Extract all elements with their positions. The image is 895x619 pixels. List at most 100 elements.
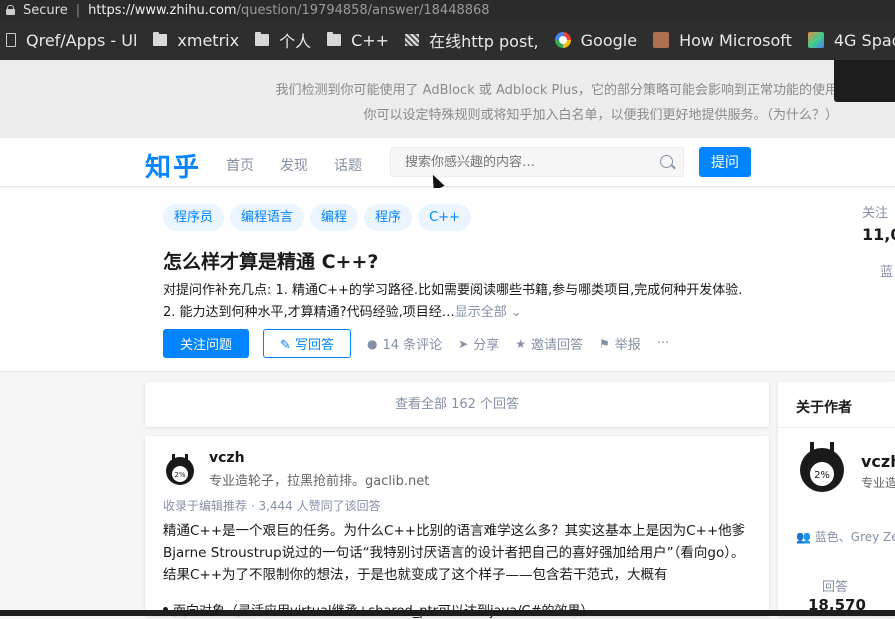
person-icon: ★: [515, 336, 527, 351]
write-answer-label: 写回答: [295, 338, 335, 353]
adblock-line-2[interactable]: 你可以设定特殊规则或将知乎加入白名单，以便我们更好地提供服务。（为什么？）: [363, 104, 838, 123]
people-icon: 👥: [796, 530, 815, 544]
search-input[interactable]: [391, 148, 641, 176]
adblock-notice: 我们检测到你可能使用了 AdBlock 或 Adblock Plus，它的部分策…: [0, 60, 895, 138]
share-label: 分享: [473, 338, 500, 353]
common-followers-label: 蓝色、Grey Ze: [814, 530, 895, 544]
desc-ellipsis: …: [441, 305, 455, 320]
bookmark-xmetrix[interactable]: xmetrix: [153, 31, 239, 50]
google-icon: [554, 32, 571, 48]
search-box: [390, 147, 684, 177]
bookmark-qref[interactable]: Qref/Apps - Ul: [6, 31, 137, 50]
folder-icon: [327, 32, 342, 46]
invite-label: 邀请回答: [531, 338, 584, 353]
tag-programmer[interactable]: 程序员: [163, 204, 225, 231]
author-name[interactable]: vczh: [209, 450, 245, 466]
question-description: 对提问作补充几点: 1. 精通C++的学习路径.比如需要阅读哪些书籍,参与哪类项…: [163, 280, 763, 324]
about-author-bio: 专业造: [861, 476, 895, 490]
more-button[interactable]: ···: [657, 336, 669, 351]
bookmark-label: 个人: [279, 32, 312, 51]
flag-icon: ⚑: [599, 336, 610, 351]
ask-button[interactable]: 提问: [699, 147, 751, 177]
answer-body: 精通C++是一个艰巨的任务。为什么C++比别的语言难学这么多？其实这基本上是因为…: [163, 523, 746, 583]
share-icon: ➤: [458, 336, 469, 351]
search-icon[interactable]: [660, 155, 673, 168]
question-actions: 关注问题 ✎ 写回答 ● 14 条评论 ➤ 分享 ★ 邀请回答 ⚑ 举报 ···: [163, 329, 669, 358]
dark-popup: [834, 60, 895, 102]
tag-programming-language[interactable]: 编程语言: [230, 204, 305, 231]
zhihu-logo[interactable]: 知乎: [145, 147, 201, 184]
bookmark-label: Qref/Apps - Ul: [26, 30, 138, 50]
bookmark-4g-spaces[interactable]: 4G Spaces: [807, 30, 895, 50]
share-button[interactable]: ➤ 分享: [458, 334, 500, 354]
question-title: 怎么样才算是精通 C++?: [163, 251, 379, 273]
common-followers: 👥 蓝色、Grey Ze: [796, 528, 895, 545]
bookmark-label: 4G Spaces: [833, 30, 895, 50]
comments-button[interactable]: ● 14 条评论: [367, 334, 443, 354]
comment-icon: ●: [367, 336, 378, 351]
divider: [778, 427, 895, 428]
browse-label: 蓝: [880, 265, 894, 280]
bookmark-label: How Microsoft: [679, 30, 792, 50]
face-icon: [653, 32, 670, 48]
answers-label: 回答: [822, 580, 849, 595]
show-all-link[interactable]: 显示全部 ⌄: [455, 305, 522, 320]
chevron-down-icon: ⌄: [510, 305, 522, 320]
comments-label: 14 条评论: [382, 338, 443, 353]
bookmark-label: xmetrix: [177, 30, 240, 50]
bookmark-http-post[interactable]: 在线http post,: [405, 28, 539, 52]
author-avatar[interactable]: 2%: [163, 452, 197, 486]
about-author-heading: 关于作者: [796, 400, 852, 416]
bookmark-label: Google: [580, 30, 638, 50]
bookmark-label: C++: [351, 30, 390, 50]
tag-program[interactable]: 程序: [364, 204, 413, 231]
about-author-avatar[interactable]: 2%: [796, 440, 848, 492]
secure-label: Secure: [23, 2, 68, 18]
adblock-line-1: 我们检测到你可能使用了 AdBlock 或 Adblock Plus，它的部分策…: [275, 83, 838, 98]
qr-icon: [405, 34, 420, 46]
view-all-answers[interactable]: 查看全部 162 个回答: [145, 382, 769, 427]
folder-icon: [153, 32, 168, 46]
followers-count: 11,0: [862, 225, 895, 244]
invite-button[interactable]: ★ 邀请回答: [515, 334, 584, 354]
author-bio: 专业造轮子，拉黑抢前排。gaclib.net: [209, 474, 430, 489]
question-desc-line-1: 对提问作补充几点: 1. 精通C++的学习路径.比如需要阅读哪些书籍,参与哪类项…: [163, 283, 743, 298]
follow-question-button[interactable]: 关注问题: [163, 329, 249, 358]
follower-stats: 关注 11,0: [862, 202, 895, 244]
bookmark-cpp[interactable]: C++: [327, 31, 389, 50]
bookmarks-bar: Qref/Apps - Ul xmetrix 个人 C++ 在线http pos…: [0, 20, 895, 60]
site-header: 知乎 首页 发现 话题 提问: [0, 138, 895, 187]
answer-meta: 收录于编辑推荐 · 3,444 人赞同了该回答: [163, 499, 381, 513]
nav-topics[interactable]: 话题: [334, 155, 362, 175]
tag-programming[interactable]: 编程: [310, 204, 359, 231]
bookmark-label: 在线http post,: [429, 32, 539, 51]
followers-label: 关注: [862, 206, 889, 221]
url-path: /question/19794858/answer/18448868: [236, 2, 490, 18]
nav-discover[interactable]: 发现: [280, 155, 308, 175]
pencil-icon: ✎: [279, 338, 295, 353]
about-author-card: 关于作者 2% vczh 专业造 👥 蓝色、Grey Ze 回答 18,570: [778, 382, 895, 616]
show-all-label: 显示全部: [454, 305, 507, 320]
question-desc-line-2: 2. 能力达到何种水平,才算精通?代码经验,项目经: [163, 305, 442, 320]
bookmark-google[interactable]: Google: [554, 30, 638, 50]
topic-tags: 程序员 编程语言 编程 程序 C++: [163, 204, 477, 231]
report-button[interactable]: ⚑ 举报: [599, 334, 641, 354]
report-label: 举报: [614, 338, 641, 353]
question-header: 程序员 编程语言 编程 程序 C++ 怎么样才算是精通 C++? 对提问作补充几…: [0, 188, 895, 372]
svg-text:2%: 2%: [814, 470, 830, 481]
url-host: https://www.zhihu.com: [88, 2, 237, 18]
lock-icon: [6, 5, 15, 15]
4g-icon: [807, 32, 824, 48]
page-icon: [6, 33, 16, 47]
tag-cpp[interactable]: C++: [418, 204, 471, 231]
address-bar[interactable]: Secure | https://www.zhihu.com/question/…: [0, 0, 895, 20]
answer-card: 2% vczh 专业造轮子，拉黑抢前排。gaclib.net 收录于编辑推荐 ·…: [145, 436, 769, 619]
svg-text:2%: 2%: [174, 471, 185, 479]
bookmark-personal[interactable]: 个人: [255, 28, 311, 52]
url-separator: |: [75, 2, 81, 18]
nav-home[interactable]: 首页: [226, 155, 254, 175]
bookmark-microsoft[interactable]: How Microsoft: [653, 31, 792, 50]
folder-icon: [255, 32, 270, 46]
about-author-name[interactable]: vczh: [861, 452, 895, 471]
write-answer-button[interactable]: ✎ 写回答: [263, 329, 351, 358]
